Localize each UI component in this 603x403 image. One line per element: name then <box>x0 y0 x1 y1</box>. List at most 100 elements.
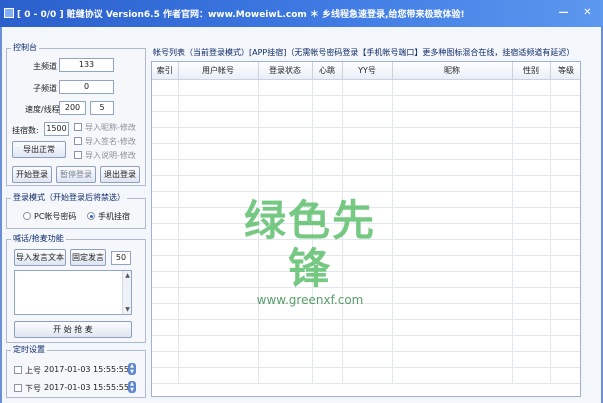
table-cell <box>550 287 580 304</box>
table-cell <box>312 175 343 192</box>
table-cell <box>152 175 179 192</box>
hosting-count-label: 挂宿数: <box>12 126 39 135</box>
pc-account-radio[interactable] <box>23 212 31 220</box>
column-header-yy[interactable]: YY号 <box>342 62 393 80</box>
table-cell <box>258 95 313 112</box>
column-header-account[interactable]: 用户帐号 <box>178 62 259 80</box>
table-cell <box>512 207 551 224</box>
import-description-checkbox[interactable] <box>74 151 82 159</box>
column-header-heartbeat[interactable]: 心跳 <box>312 62 343 80</box>
fixed-speech-button[interactable]: 固定发言 <box>70 249 106 266</box>
table-cell <box>392 271 513 288</box>
table-cell <box>392 143 513 160</box>
table-cell <box>550 255 580 272</box>
table-cell <box>392 191 513 208</box>
table-cell <box>152 287 179 304</box>
table-cell <box>342 79 393 96</box>
table-cell <box>258 175 313 192</box>
table-cell <box>392 335 513 352</box>
start-grab-mic-button[interactable]: 开 始 抢 麦 <box>14 321 132 338</box>
close-button[interactable]: ✕ <box>582 7 593 18</box>
table-cell <box>152 111 179 128</box>
table-cell <box>392 175 513 192</box>
table-cell <box>178 143 259 160</box>
online-timer-checkbox[interactable] <box>14 366 22 374</box>
table-cell <box>550 271 580 288</box>
sub-channel-label: 子频道 <box>33 84 57 93</box>
table-cell <box>512 79 551 96</box>
table-cell <box>392 351 513 368</box>
offline-timer-checkbox[interactable] <box>14 384 22 392</box>
mobile-hosting-radio[interactable] <box>87 212 95 220</box>
watermark-url: www.greenxf.com <box>256 293 364 307</box>
speech-textarea[interactable]: ▲ ▼ <box>14 270 132 315</box>
sub-channel-input[interactable]: 0 <box>59 80 114 94</box>
column-header-index[interactable]: 索引 <box>152 62 179 80</box>
table-cell <box>342 95 393 112</box>
thread-input[interactable]: 5 <box>90 101 114 115</box>
table-cell <box>312 319 343 336</box>
minimize-button[interactable]: — <box>558 7 569 18</box>
import-nickname-checkbox[interactable] <box>74 123 82 131</box>
login-mode-legend: 登录模式（开始登录后将禁选） <box>11 192 127 203</box>
online-label: 上号 <box>25 366 41 375</box>
column-header-nickname[interactable]: 昵称 <box>392 62 513 80</box>
table-cell <box>550 191 580 208</box>
table-cell <box>152 159 179 176</box>
export-normal-button[interactable]: 导出正常 <box>12 141 66 158</box>
import-signature-checkbox[interactable] <box>74 137 82 145</box>
table-cell <box>512 95 551 112</box>
table-row <box>152 95 580 112</box>
table-cell <box>342 175 393 192</box>
offline-datetime[interactable]: 2017-01-03 15:55:55 <box>44 383 129 392</box>
offline-label: 下号 <box>25 384 41 393</box>
table-cell <box>178 351 259 368</box>
table-cell <box>258 111 313 128</box>
scroll-down-icon[interactable]: ▼ <box>124 306 131 313</box>
right-margin <box>585 61 599 397</box>
import-text-button[interactable]: 导入发言文本 <box>14 249 66 266</box>
speed-input[interactable]: 200 <box>59 101 86 115</box>
scroll-up-icon[interactable]: ▲ <box>124 272 131 279</box>
table-cell <box>258 367 313 384</box>
hosting-count-input[interactable]: 1500 <box>44 122 69 136</box>
table-row <box>152 335 580 352</box>
shout-group: 喊话/抢麦功能 导入发言文本 固定发言 50 ▲ ▼ 开 始 抢 麦 <box>6 233 146 343</box>
table-cell <box>258 335 313 352</box>
table-cell <box>512 367 551 384</box>
online-datetime[interactable]: 2017-01-03 15:55:55 <box>44 365 129 374</box>
pause-login-button[interactable]: 暂停登录 <box>56 166 96 183</box>
table-cell <box>512 143 551 160</box>
column-header-gender[interactable]: 性别 <box>512 62 551 80</box>
offline-spinner-icon[interactable]: ▲ ▼ <box>128 381 136 393</box>
interval-input[interactable]: 50 <box>111 251 131 265</box>
table-cell <box>342 143 393 160</box>
table-cell <box>342 335 393 352</box>
main-channel-label: 主频道 <box>33 62 57 71</box>
table-cell <box>312 367 343 384</box>
main-channel-input[interactable]: 133 <box>59 58 114 72</box>
shout-legend: 喊话/抢麦功能 <box>11 233 66 244</box>
speech-scrollbar[interactable]: ▲ ▼ <box>122 271 131 314</box>
table-cell <box>152 319 179 336</box>
table-cell <box>550 223 580 240</box>
column-header-status[interactable]: 登录状态 <box>258 62 313 80</box>
table-cell <box>392 239 513 256</box>
table-cell <box>342 319 393 336</box>
table-cell <box>178 79 259 96</box>
table-cell <box>258 143 313 160</box>
table-cell <box>512 175 551 192</box>
table-cell <box>550 367 580 384</box>
login-mode-group: 登录模式（开始登录后将禁选） PC帐号密码 手机挂宿 <box>6 192 146 229</box>
exit-login-button[interactable]: 退出登录 <box>100 166 140 183</box>
table-cell <box>512 319 551 336</box>
table-cell <box>342 367 393 384</box>
table-cell <box>312 335 343 352</box>
window-title: [ 0 - 0/0 ] 赃缝协议 Version6.5 作者官网：www.Mow… <box>17 10 465 20</box>
table-cell <box>152 191 179 208</box>
table-cell <box>312 159 343 176</box>
online-spinner-icon[interactable]: ▲ ▼ <box>128 363 136 375</box>
table-row <box>152 159 580 176</box>
start-login-button[interactable]: 开始登录 <box>12 166 52 183</box>
column-header-level[interactable]: 等级 <box>550 62 580 80</box>
